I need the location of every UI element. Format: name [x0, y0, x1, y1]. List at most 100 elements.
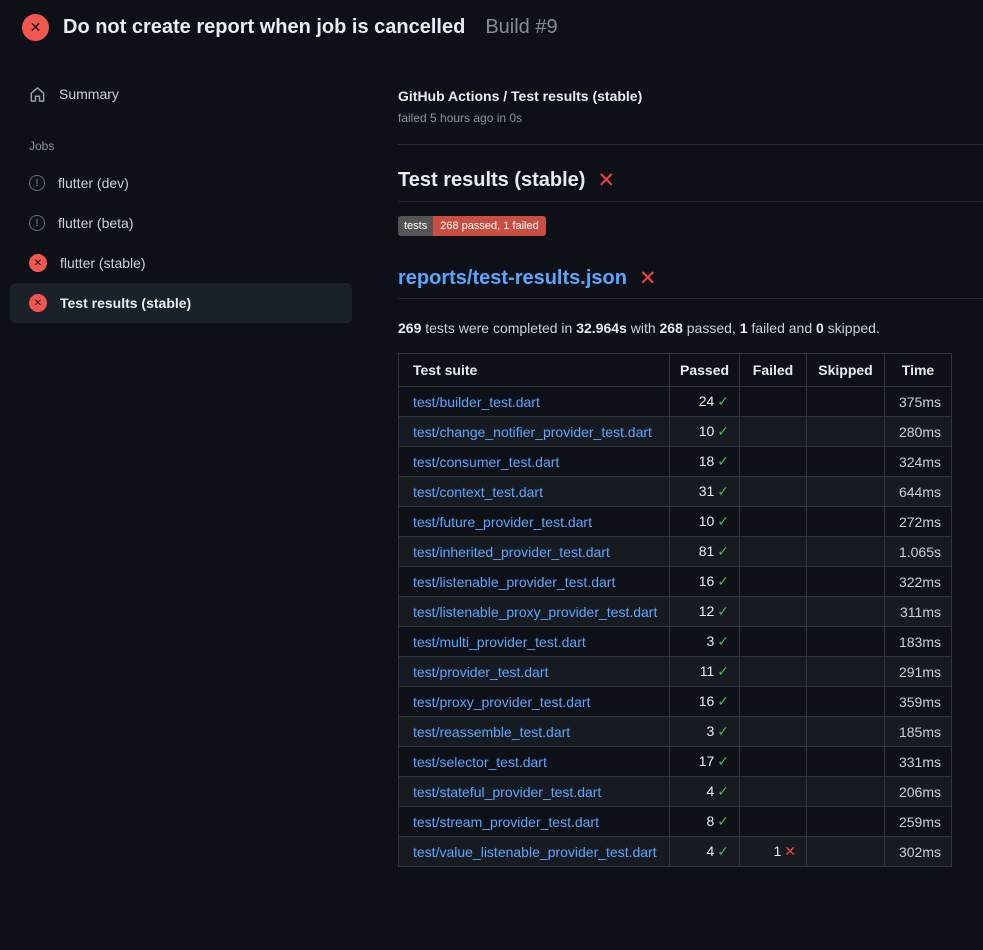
test-suite-link[interactable]: test/reassemble_test.dart	[413, 724, 570, 740]
run-meta: failed 5 hours ago in 0s	[398, 111, 983, 125]
table-row: test/selector_test.dart 17✓ ✕ 331ms	[399, 747, 952, 777]
sidebar-item-summary[interactable]: Summary	[10, 76, 352, 112]
test-suite-link[interactable]: test/provider_test.dart	[413, 664, 548, 680]
failed-cell: ✕	[740, 567, 807, 597]
job-label: flutter (beta)	[58, 215, 133, 231]
check-icon: ✓	[717, 783, 729, 799]
test-suite-link[interactable]: test/listenable_proxy_provider_test.dart	[413, 604, 657, 620]
job-status-icon	[29, 294, 47, 312]
skipped-cell	[807, 627, 885, 657]
table-row: test/value_listenable_provider_test.dart…	[399, 837, 952, 867]
test-results-table: Test suite Passed Failed Skipped Time te…	[398, 353, 952, 867]
table-row: test/reassemble_test.dart 3✓ ✕ 185ms	[399, 717, 952, 747]
time-cell: 206ms	[885, 777, 952, 807]
main-content: GitHub Actions / Test results (stable) f…	[398, 88, 983, 867]
jobs-heading: Jobs	[29, 139, 352, 153]
column-header-passed: Passed	[670, 354, 740, 387]
job-label: Test results (stable)	[60, 295, 191, 311]
test-suite-link[interactable]: test/inherited_provider_test.dart	[413, 544, 610, 560]
test-suite-link[interactable]: test/consumer_test.dart	[413, 454, 559, 470]
check-icon: ✓	[717, 573, 729, 589]
test-suite-link[interactable]: test/proxy_provider_test.dart	[413, 694, 590, 710]
passed-cell: 16✓	[670, 567, 740, 597]
test-suite-link[interactable]: test/multi_provider_test.dart	[413, 634, 586, 650]
table-header-row: Test suite Passed Failed Skipped Time	[399, 354, 952, 387]
passed-cell: 4✓	[670, 837, 740, 867]
failed-cell: ✕	[740, 777, 807, 807]
test-suite-link[interactable]: test/value_listenable_provider_test.dart	[413, 844, 657, 860]
sidebar-summary-label: Summary	[59, 86, 119, 102]
table-row: test/multi_provider_test.dart 3✓ ✕ 183ms	[399, 627, 952, 657]
failed-x-icon: ✕	[639, 268, 657, 289]
passed-cell: 16✓	[670, 687, 740, 717]
table-row: test/listenable_provider_test.dart 16✓ ✕…	[399, 567, 952, 597]
failed-cell: ✕	[740, 447, 807, 477]
failed-cell: ✕	[740, 627, 807, 657]
failed-cell: ✕	[740, 717, 807, 747]
skipped-cell	[807, 807, 885, 837]
job-label: flutter (dev)	[58, 175, 129, 191]
table-row: test/stream_provider_test.dart 8✓ ✕ 259m…	[399, 807, 952, 837]
passed-cell: 31✓	[670, 477, 740, 507]
test-suite-link[interactable]: test/stream_provider_test.dart	[413, 814, 599, 830]
check-icon: ✓	[717, 843, 729, 859]
passed-cell: 10✓	[670, 417, 740, 447]
passed-cell: 3✓	[670, 717, 740, 747]
sidebar-job-item[interactable]: flutter (stable)	[10, 243, 352, 283]
run-header: ✕ Do not create report when job is cance…	[22, 14, 558, 41]
passed-cell: 3✓	[670, 627, 740, 657]
skipped-cell	[807, 837, 885, 867]
sidebar-job-item[interactable]: flutter (dev)	[10, 163, 352, 203]
skipped-cell	[807, 447, 885, 477]
job-label: flutter (stable)	[60, 255, 146, 271]
test-suite-link[interactable]: test/builder_test.dart	[413, 394, 540, 410]
check-icon: ✓	[717, 603, 729, 619]
skipped-cell	[807, 717, 885, 747]
passed-cell: 18✓	[670, 447, 740, 477]
report-file-link[interactable]: reports/test-results.json	[398, 267, 627, 290]
passed-cell: 10✓	[670, 507, 740, 537]
test-suite-link[interactable]: test/future_provider_test.dart	[413, 514, 592, 530]
check-icon: ✓	[717, 543, 729, 559]
column-header-time: Time	[885, 354, 952, 387]
test-suite-link[interactable]: test/stateful_provider_test.dart	[413, 784, 601, 800]
check-icon: ✓	[717, 693, 729, 709]
sidebar-job-item[interactable]: Test results (stable)	[10, 283, 352, 323]
check-icon: ✓	[717, 453, 729, 469]
check-icon: ✓	[717, 753, 729, 769]
skipped-cell	[807, 417, 885, 447]
skipped-cell	[807, 507, 885, 537]
test-suite-link[interactable]: test/listenable_provider_test.dart	[413, 574, 615, 590]
header-divider	[398, 144, 983, 145]
x-icon: ✕	[784, 843, 796, 859]
check-icon: ✓	[717, 723, 729, 739]
skipped-cell	[807, 567, 885, 597]
test-suite-link[interactable]: test/change_notifier_provider_test.dart	[413, 424, 652, 440]
tests-badge: tests 268 passed, 1 failed	[398, 216, 546, 236]
time-cell: 280ms	[885, 417, 952, 447]
run-build-number: Build #9	[485, 16, 557, 39]
sidebar-job-item[interactable]: flutter (beta)	[10, 203, 352, 243]
test-suite-link[interactable]: test/selector_test.dart	[413, 754, 547, 770]
table-row: test/listenable_proxy_provider_test.dart…	[399, 597, 952, 627]
skipped-cell	[807, 747, 885, 777]
failed-cell: ✕	[740, 747, 807, 777]
test-suite-link[interactable]: test/context_test.dart	[413, 484, 543, 500]
breadcrumb: GitHub Actions / Test results (stable)	[398, 88, 983, 104]
table-row: test/future_provider_test.dart 10✓ ✕ 272…	[399, 507, 952, 537]
passed-cell: 81✓	[670, 537, 740, 567]
skipped-cell	[807, 777, 885, 807]
check-icon: ✓	[717, 483, 729, 499]
time-cell: 185ms	[885, 717, 952, 747]
time-cell: 644ms	[885, 477, 952, 507]
time-cell: 324ms	[885, 447, 952, 477]
time-cell: 272ms	[885, 507, 952, 537]
time-cell: 291ms	[885, 657, 952, 687]
column-header-skipped: Skipped	[807, 354, 885, 387]
table-row: test/stateful_provider_test.dart 4✓ ✕ 20…	[399, 777, 952, 807]
passed-cell: 11✓	[670, 657, 740, 687]
passed-cell: 24✓	[670, 387, 740, 417]
failed-cell: ✕	[740, 657, 807, 687]
check-icon: ✓	[717, 393, 729, 409]
failed-cell: ✕	[740, 537, 807, 567]
